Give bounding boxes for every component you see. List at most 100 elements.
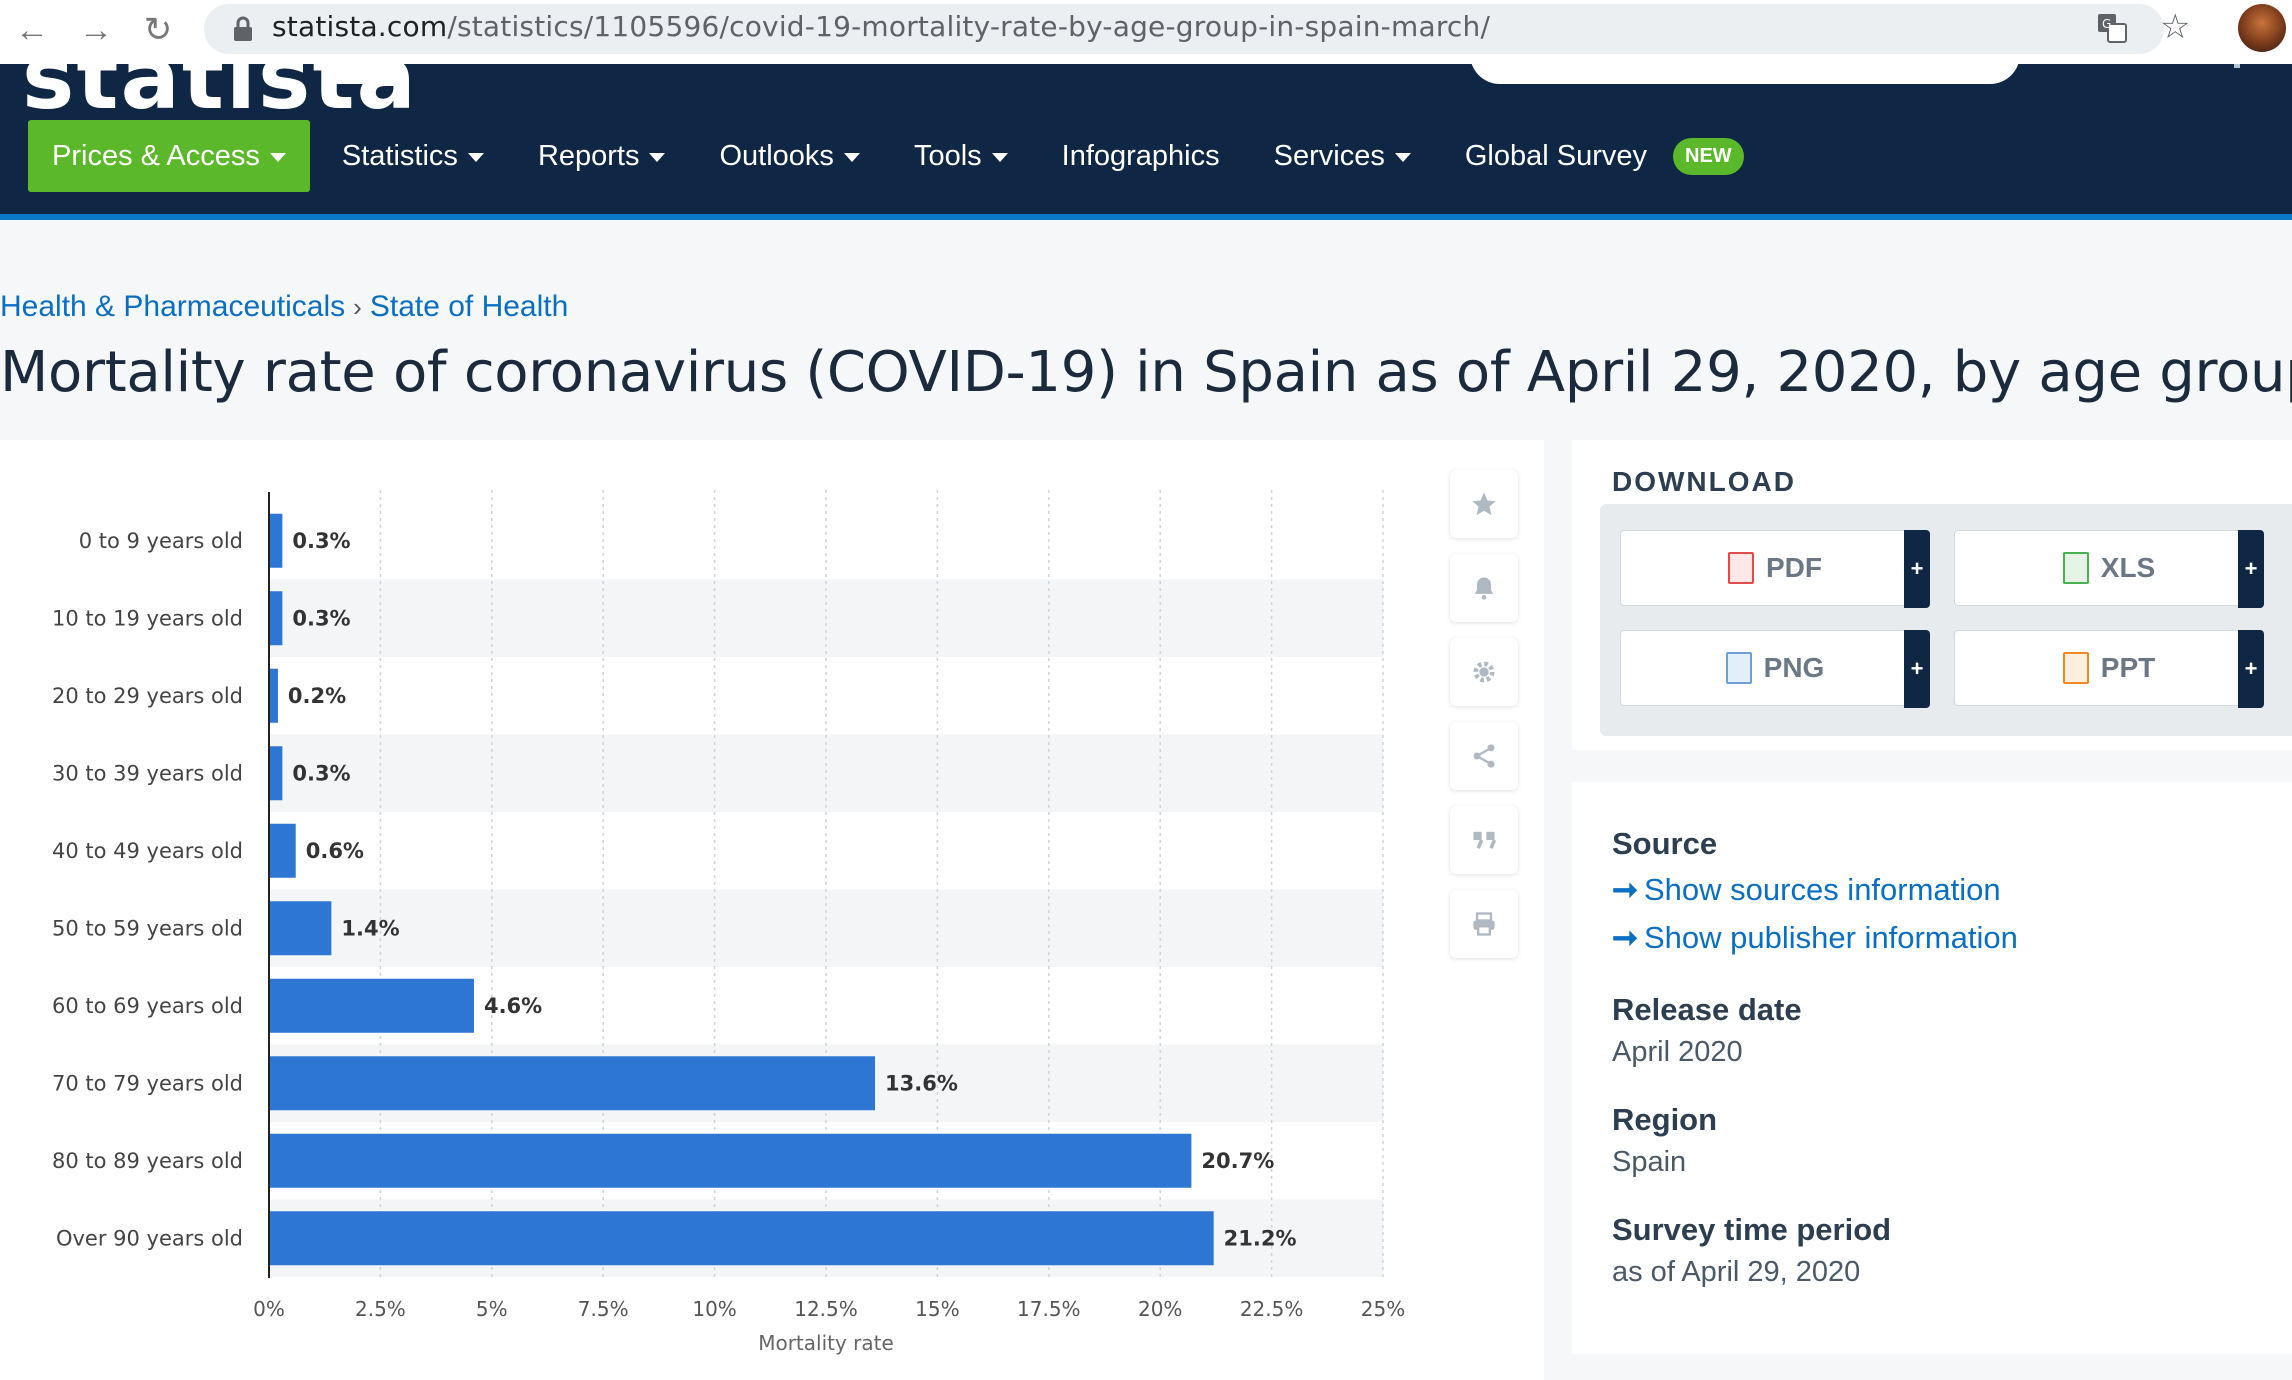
nav-statistics[interactable]: Statistics: [342, 120, 484, 192]
survey-period-label: Survey time period: [1612, 1212, 1892, 1247]
back-arrow-icon[interactable]: ←: [10, 8, 54, 52]
png-plus-button[interactable]: +: [1904, 630, 1930, 708]
category-label: 40 to 49 years old: [52, 839, 243, 863]
translate-icon[interactable]: G: [2096, 12, 2128, 44]
download-ppt-button[interactable]: PPT +: [1954, 630, 2264, 708]
x-tick-label: 5%: [476, 1297, 508, 1321]
download-xls-button[interactable]: XLS +: [1954, 530, 2264, 608]
category-label: 0 to 9 years old: [79, 529, 243, 553]
ppt-file-icon: [2062, 652, 2089, 684]
statistic-info-panel: Source ➞ Show sources information ➞ Show p…: [1572, 782, 2292, 1354]
settings-button[interactable]: [1450, 638, 1518, 706]
gear-icon: [1473, 661, 1495, 683]
category-label: 30 to 39 years old: [52, 761, 243, 785]
nav-infographics[interactable]: Infographics: [1062, 120, 1220, 192]
data-label: 0.6%: [306, 839, 364, 863]
category-label: 10 to 19 years old: [52, 606, 243, 630]
survey-period-value: as of April 29, 2020: [1612, 1256, 1861, 1288]
main-navigation: Prices & Access Statistics Reports Outlo…: [28, 120, 1798, 192]
header-icon: [2234, 64, 2240, 68]
download-png-button[interactable]: PNG +: [1620, 630, 1930, 708]
breadcrumb-state-of-health[interactable]: State of Health: [370, 290, 568, 323]
data-label: 4.6%: [484, 994, 542, 1018]
release-date-value: April 2020: [1612, 1036, 1743, 1068]
avatar[interactable]: [2238, 4, 2286, 52]
forward-arrow-icon[interactable]: →: [74, 8, 118, 52]
caret-down-icon: [467, 152, 484, 162]
bell-icon: [1474, 577, 1494, 600]
ppt-plus-button[interactable]: +: [2238, 630, 2264, 708]
svg-text:G: G: [2102, 17, 2111, 31]
x-tick-label: 0%: [253, 1297, 285, 1321]
breadcrumb: Health & Pharmaceuticals › State of Health: [0, 290, 568, 324]
url-text[interactable]: statista.com/statistics/1105596/covid-19…: [272, 10, 1490, 43]
caret-down-icon: [843, 152, 860, 162]
source-label: Source: [1612, 826, 1718, 861]
bar: [269, 591, 283, 646]
data-label: 13.6%: [885, 1071, 958, 1095]
share-button[interactable]: [1450, 722, 1518, 790]
category-label: 60 to 69 years old: [52, 994, 243, 1018]
bar-chart: 0% 2.5% 5% 7.5% 10% 12.5% 15% 17.5% 20% 22.5% 25% 0…: [52, 490, 1405, 1355]
region-label: Region: [1612, 1102, 1718, 1137]
pdf-plus-button[interactable]: +: [1904, 530, 1930, 608]
bar: [269, 513, 283, 568]
x-axis-title: Mortality rate: [758, 1331, 894, 1355]
category-label: Over 90 years old: [56, 1226, 243, 1250]
caret-down-icon: [269, 152, 286, 162]
breadcrumb-health-pharma[interactable]: Health & Pharmaceuticals: [0, 290, 345, 323]
quote-icon: [1473, 831, 1497, 849]
print-button[interactable]: [1450, 890, 1518, 958]
bar: [269, 901, 332, 956]
x-tick-label: 17.5%: [1017, 1297, 1081, 1321]
region-value: Spain: [1612, 1146, 1687, 1178]
bookmark-star-icon[interactable]: ☆: [2160, 10, 2190, 44]
caret-down-icon: [991, 152, 1008, 162]
download-pdf-button[interactable]: PDF +: [1620, 530, 1930, 608]
nav-reports[interactable]: Reports: [538, 120, 666, 192]
logo-mark: [322, 64, 396, 84]
lock-icon[interactable]: [228, 14, 258, 44]
favorite-button[interactable]: [1450, 470, 1518, 538]
arrow-right-icon: ➞: [1612, 872, 1638, 907]
bar: [269, 1211, 1214, 1266]
x-tick-label: 10%: [692, 1297, 736, 1321]
nav-prices-access[interactable]: Prices & Access: [28, 120, 310, 192]
search-input[interactable]: [1470, 64, 2020, 84]
category-label: 20 to 29 years old: [52, 684, 243, 708]
x-tick-label: 2.5%: [355, 1297, 406, 1321]
cite-button[interactable]: [1450, 806, 1518, 874]
x-tick-label: 22.5%: [1240, 1297, 1304, 1321]
notification-button[interactable]: [1450, 554, 1518, 622]
chart-panel: 0% 2.5% 5% 7.5% 10% 12.5% 15% 17.5% 20% 22.5% 25% 0…: [0, 440, 1544, 1380]
star-icon: [1472, 492, 1496, 516]
bar: [269, 1133, 1192, 1188]
chart-toolbar: [1450, 470, 1518, 974]
bar: [269, 668, 278, 723]
nav-tools[interactable]: Tools: [914, 120, 1008, 192]
site-header: statista Prices & Access Statistics Repo…: [0, 64, 2292, 220]
bar: [269, 746, 283, 801]
page-title: Mortality rate of coronavirus (COVID-19)…: [0, 340, 2292, 405]
show-publisher-link[interactable]: ➞ Show publisher information: [1612, 920, 2018, 956]
arrow-right-icon: ➞: [1612, 920, 1638, 955]
nav-outlooks[interactable]: Outlooks: [719, 120, 860, 192]
reload-icon[interactable]: ↻: [136, 8, 180, 52]
data-label: 0.3%: [292, 606, 350, 630]
bar: [269, 823, 296, 878]
new-badge: NEW: [1673, 137, 1744, 175]
category-label: 50 to 59 years old: [52, 916, 243, 940]
x-tick-label: 20%: [1138, 1297, 1182, 1321]
browser-chrome: ← → ↻ statista.com/statistics/1105596/co…: [0, 0, 2292, 64]
xls-plus-button[interactable]: +: [2238, 530, 2264, 608]
download-title: DOWNLOAD: [1612, 466, 1796, 497]
download-area: PDF + XLS + PNG + PPT +: [1600, 504, 2292, 736]
nav-global-survey[interactable]: Global Survey NEW: [1465, 120, 1744, 192]
data-label: 1.4%: [341, 916, 399, 940]
caret-down-icon: [649, 152, 666, 162]
release-date-label: Release date: [1612, 992, 1802, 1027]
nav-services[interactable]: Services: [1274, 120, 1411, 192]
x-tick-label: 25%: [1361, 1297, 1405, 1321]
xls-file-icon: [2062, 552, 2089, 584]
show-sources-link[interactable]: ➞ Show sources information: [1612, 872, 2001, 908]
